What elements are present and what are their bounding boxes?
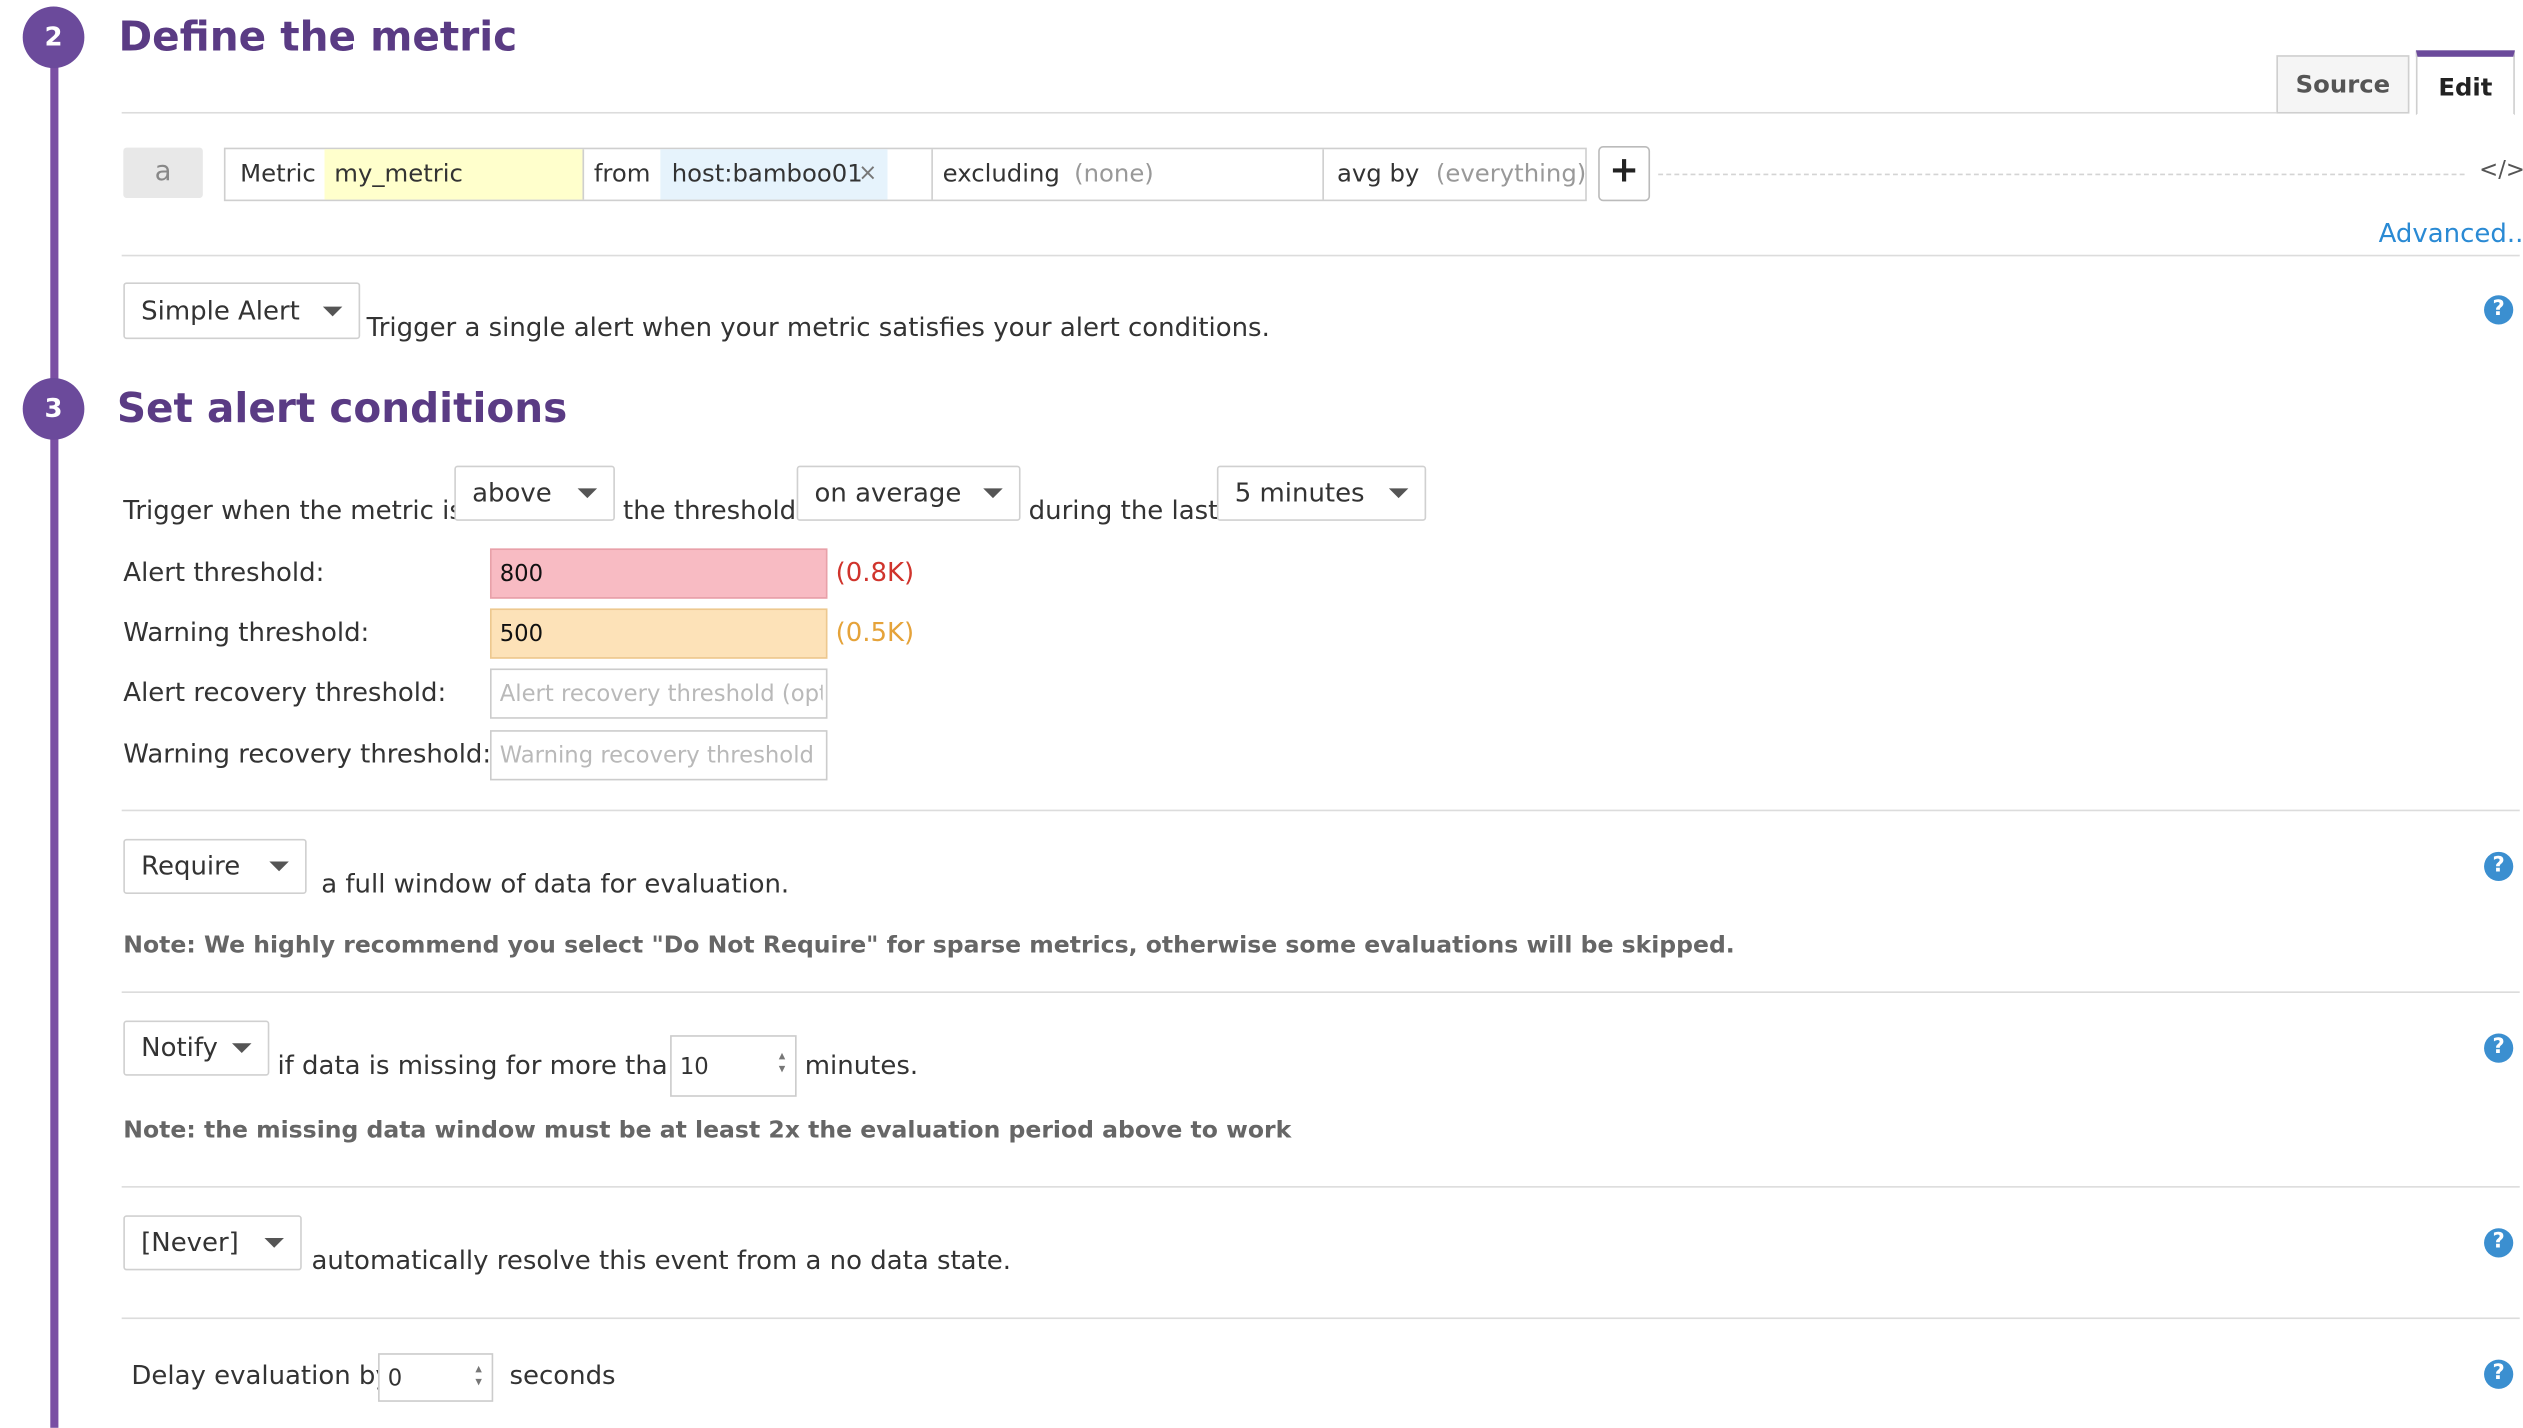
notify-note: Note: the missing data window must be at… xyxy=(123,1117,1292,1144)
missing-data-value: 10 xyxy=(679,1054,709,1081)
section-divider xyxy=(121,991,2520,993)
remove-tag-icon[interactable]: × xyxy=(858,149,881,199)
delay-value: 0 xyxy=(387,1366,403,1393)
step-2-title: Define the metric xyxy=(118,12,518,61)
comparator-dropdown[interactable]: above xyxy=(454,465,615,521)
resolve-text: automatically resolve this event from a … xyxy=(311,1244,1011,1276)
tab-source[interactable]: Source xyxy=(2276,55,2410,114)
from-label: from xyxy=(593,159,651,189)
warning-recovery-input[interactable] xyxy=(489,730,828,781)
add-query-button[interactable]: + xyxy=(1598,146,1651,202)
notify-unit: minutes. xyxy=(804,1049,919,1081)
aggregation-value: on average xyxy=(814,477,962,508)
notify-text: if data is missing for more than xyxy=(277,1049,685,1081)
require-dropdown[interactable]: Require xyxy=(123,838,307,894)
section-divider xyxy=(121,809,2520,812)
from-tag[interactable]: host:bamboo01 xyxy=(660,149,888,200)
alert-threshold-input[interactable] xyxy=(489,548,828,599)
notify-dropdown[interactable]: Notify xyxy=(123,1020,270,1076)
chevron-down-icon xyxy=(264,1237,284,1248)
metric-label: Metric xyxy=(240,159,316,189)
missing-data-stepper[interactable]: 10 ▴ ▾ xyxy=(670,1035,797,1097)
resolve-dropdown[interactable]: [Never] xyxy=(123,1215,302,1271)
help-icon[interactable]: ? xyxy=(2484,1033,2514,1063)
avg-by-label: avg by xyxy=(1336,159,1420,189)
require-text: a full window of data for evaluation. xyxy=(321,868,790,899)
metric-select[interactable]: my_metric xyxy=(324,149,585,200)
section-divider xyxy=(121,1186,2520,1188)
delay-prefix: Delay evaluation by xyxy=(131,1359,391,1391)
chevron-down-icon xyxy=(269,861,289,872)
tabs-divider xyxy=(121,111,2277,114)
tab-edit[interactable]: Edit xyxy=(2415,50,2515,116)
timeframe-value: 5 minutes xyxy=(1234,477,1365,508)
alert-recovery-label: Alert recovery threshold: xyxy=(123,676,447,708)
step-timeline xyxy=(50,32,59,1428)
trigger-prefix: Trigger when the metric is xyxy=(123,494,463,526)
query-dashed-line xyxy=(1658,173,2465,176)
advanced-link[interactable]: Advanced... xyxy=(2379,217,2523,248)
chevron-down-icon xyxy=(1388,488,1409,499)
aggregation-dropdown[interactable]: on average xyxy=(796,465,1021,521)
during-text: during the last xyxy=(1028,494,1219,526)
excluding-select[interactable]: (none) xyxy=(1074,149,1154,199)
alert-threshold-label: Alert threshold: xyxy=(123,556,325,588)
resolve-value: [Never] xyxy=(141,1226,239,1258)
step-2-badge: 2 xyxy=(22,6,85,69)
chevron-down-icon xyxy=(983,488,1003,499)
spinner-arrows-icon[interactable]: ▴ ▾ xyxy=(779,1049,786,1076)
avg-by-select[interactable]: (everything) xyxy=(1436,149,1586,199)
help-icon[interactable]: ? xyxy=(2484,1228,2514,1258)
require-value: Require xyxy=(141,850,241,882)
monitor-editor: 2 Define the metric Source Edit a Metric… xyxy=(0,0,2523,1428)
alert-type-dropdown[interactable]: Simple Alert xyxy=(123,282,361,340)
code-icon[interactable]: </> xyxy=(2479,157,2523,183)
chevron-down-icon xyxy=(322,305,343,316)
threshold-text: the threshold xyxy=(623,494,797,526)
section-divider xyxy=(121,1317,2520,1320)
help-icon[interactable]: ? xyxy=(2484,295,2514,325)
segment-divider xyxy=(931,149,933,200)
step-3-badge: 3 xyxy=(22,378,85,440)
alert-type-value: Simple Alert xyxy=(141,295,300,327)
require-note: Note: We highly recommend you select "Do… xyxy=(123,932,1735,959)
alert-type-description: Trigger a single alert when your metric … xyxy=(366,311,1270,343)
delay-unit: seconds xyxy=(509,1359,616,1391)
warning-threshold-input[interactable] xyxy=(489,608,828,659)
alert-recovery-input[interactable] xyxy=(489,668,828,719)
warning-recovery-label: Warning recovery threshold: xyxy=(123,738,492,770)
query-builder: Metric my_metric from host:bamboo01 × ex… xyxy=(223,147,1587,202)
chevron-down-icon xyxy=(577,488,598,499)
comparator-value: above xyxy=(472,477,552,508)
step-3-title: Set alert conditions xyxy=(116,384,568,432)
segment-divider xyxy=(1322,149,1324,200)
notify-value: Notify xyxy=(141,1031,218,1063)
warning-threshold-hint: (0.5K) xyxy=(835,616,915,648)
section-divider xyxy=(121,254,2520,257)
excluding-label: excluding xyxy=(942,159,1060,189)
query-letter: a xyxy=(123,147,203,198)
help-icon[interactable]: ? xyxy=(2484,1359,2514,1389)
delay-stepper[interactable]: 0 ▴ ▾ xyxy=(378,1353,494,1402)
timeframe-dropdown[interactable]: 5 minutes xyxy=(1216,465,1427,521)
spinner-arrows-icon[interactable]: ▴ ▾ xyxy=(475,1362,482,1389)
help-icon[interactable]: ? xyxy=(2484,851,2514,882)
alert-threshold-hint: (0.8K) xyxy=(835,556,915,588)
warning-threshold-label: Warning threshold: xyxy=(123,616,370,648)
chevron-down-icon xyxy=(232,1043,252,1054)
